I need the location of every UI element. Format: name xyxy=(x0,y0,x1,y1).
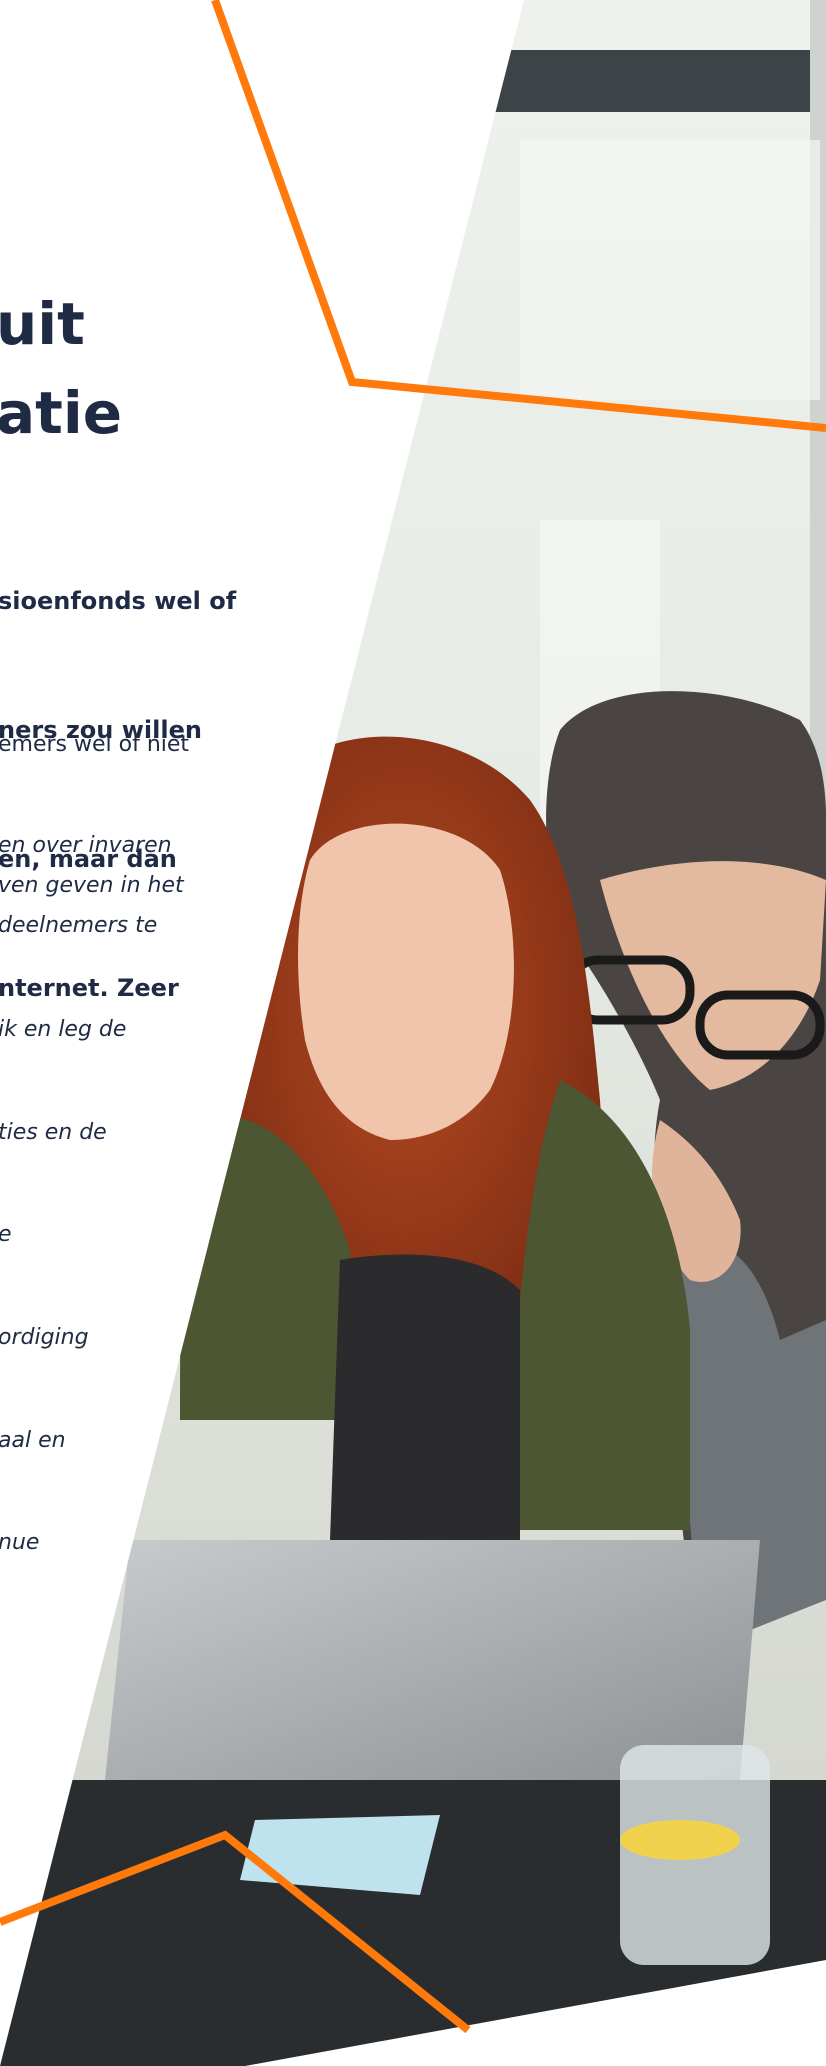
question-item: ordiging xyxy=(0,1325,89,1350)
question-item: ik en leg de xyxy=(0,1017,127,1042)
intro-paragraph: sioenfonds wel of ners zou willen en, ma… xyxy=(0,494,236,1096)
page-title-line-2: atie xyxy=(0,379,123,447)
intro-line: sioenfonds wel of xyxy=(0,587,237,615)
question-item: ties en de xyxy=(0,1120,107,1145)
question-item: emers wel of niet xyxy=(0,732,190,757)
question-item: nue xyxy=(0,1530,40,1555)
question-item: e xyxy=(0,1215,12,1255)
question-item: en over invaren ven geven in het deelnem… xyxy=(0,833,184,938)
question-item: aal en xyxy=(0,1428,66,1453)
text-column: uit atie sioenfonds wel of ners zou will… xyxy=(0,0,826,2066)
intro-line: nternet. Zeer xyxy=(0,974,179,1002)
page-title-line-1: uit xyxy=(0,290,85,358)
